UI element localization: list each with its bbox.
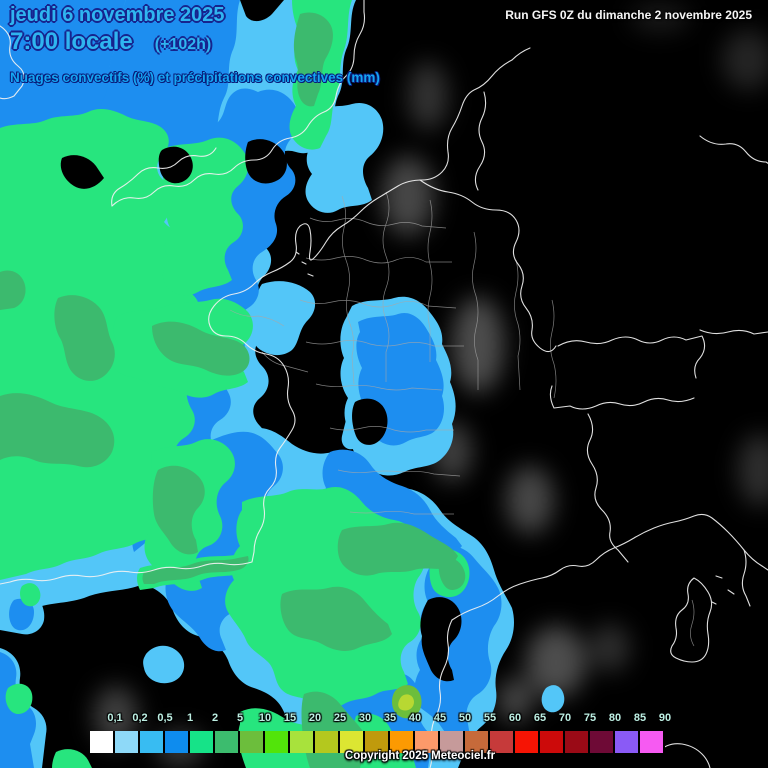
forecast-date: jeudi 6 novembre 2025 [10,4,225,26]
forecast-offset: (+102h) [154,36,212,53]
copyright-notice: Copyright 2025 Meteociel.fr [344,750,496,762]
forecast-time: 7:00 locale (+102h) [10,28,212,55]
map-title-block: jeudi 6 novembre 2025 7:00 locale (+102h)… [10,4,380,85]
map-subtitle: Nuages convectifs (%) et précipitations … [10,70,380,85]
precip-layer-olive [392,685,422,719]
model-run-info: Run GFS 0Z du dimanche 2 novembre 2025 [505,8,752,22]
weather-map [0,0,768,768]
